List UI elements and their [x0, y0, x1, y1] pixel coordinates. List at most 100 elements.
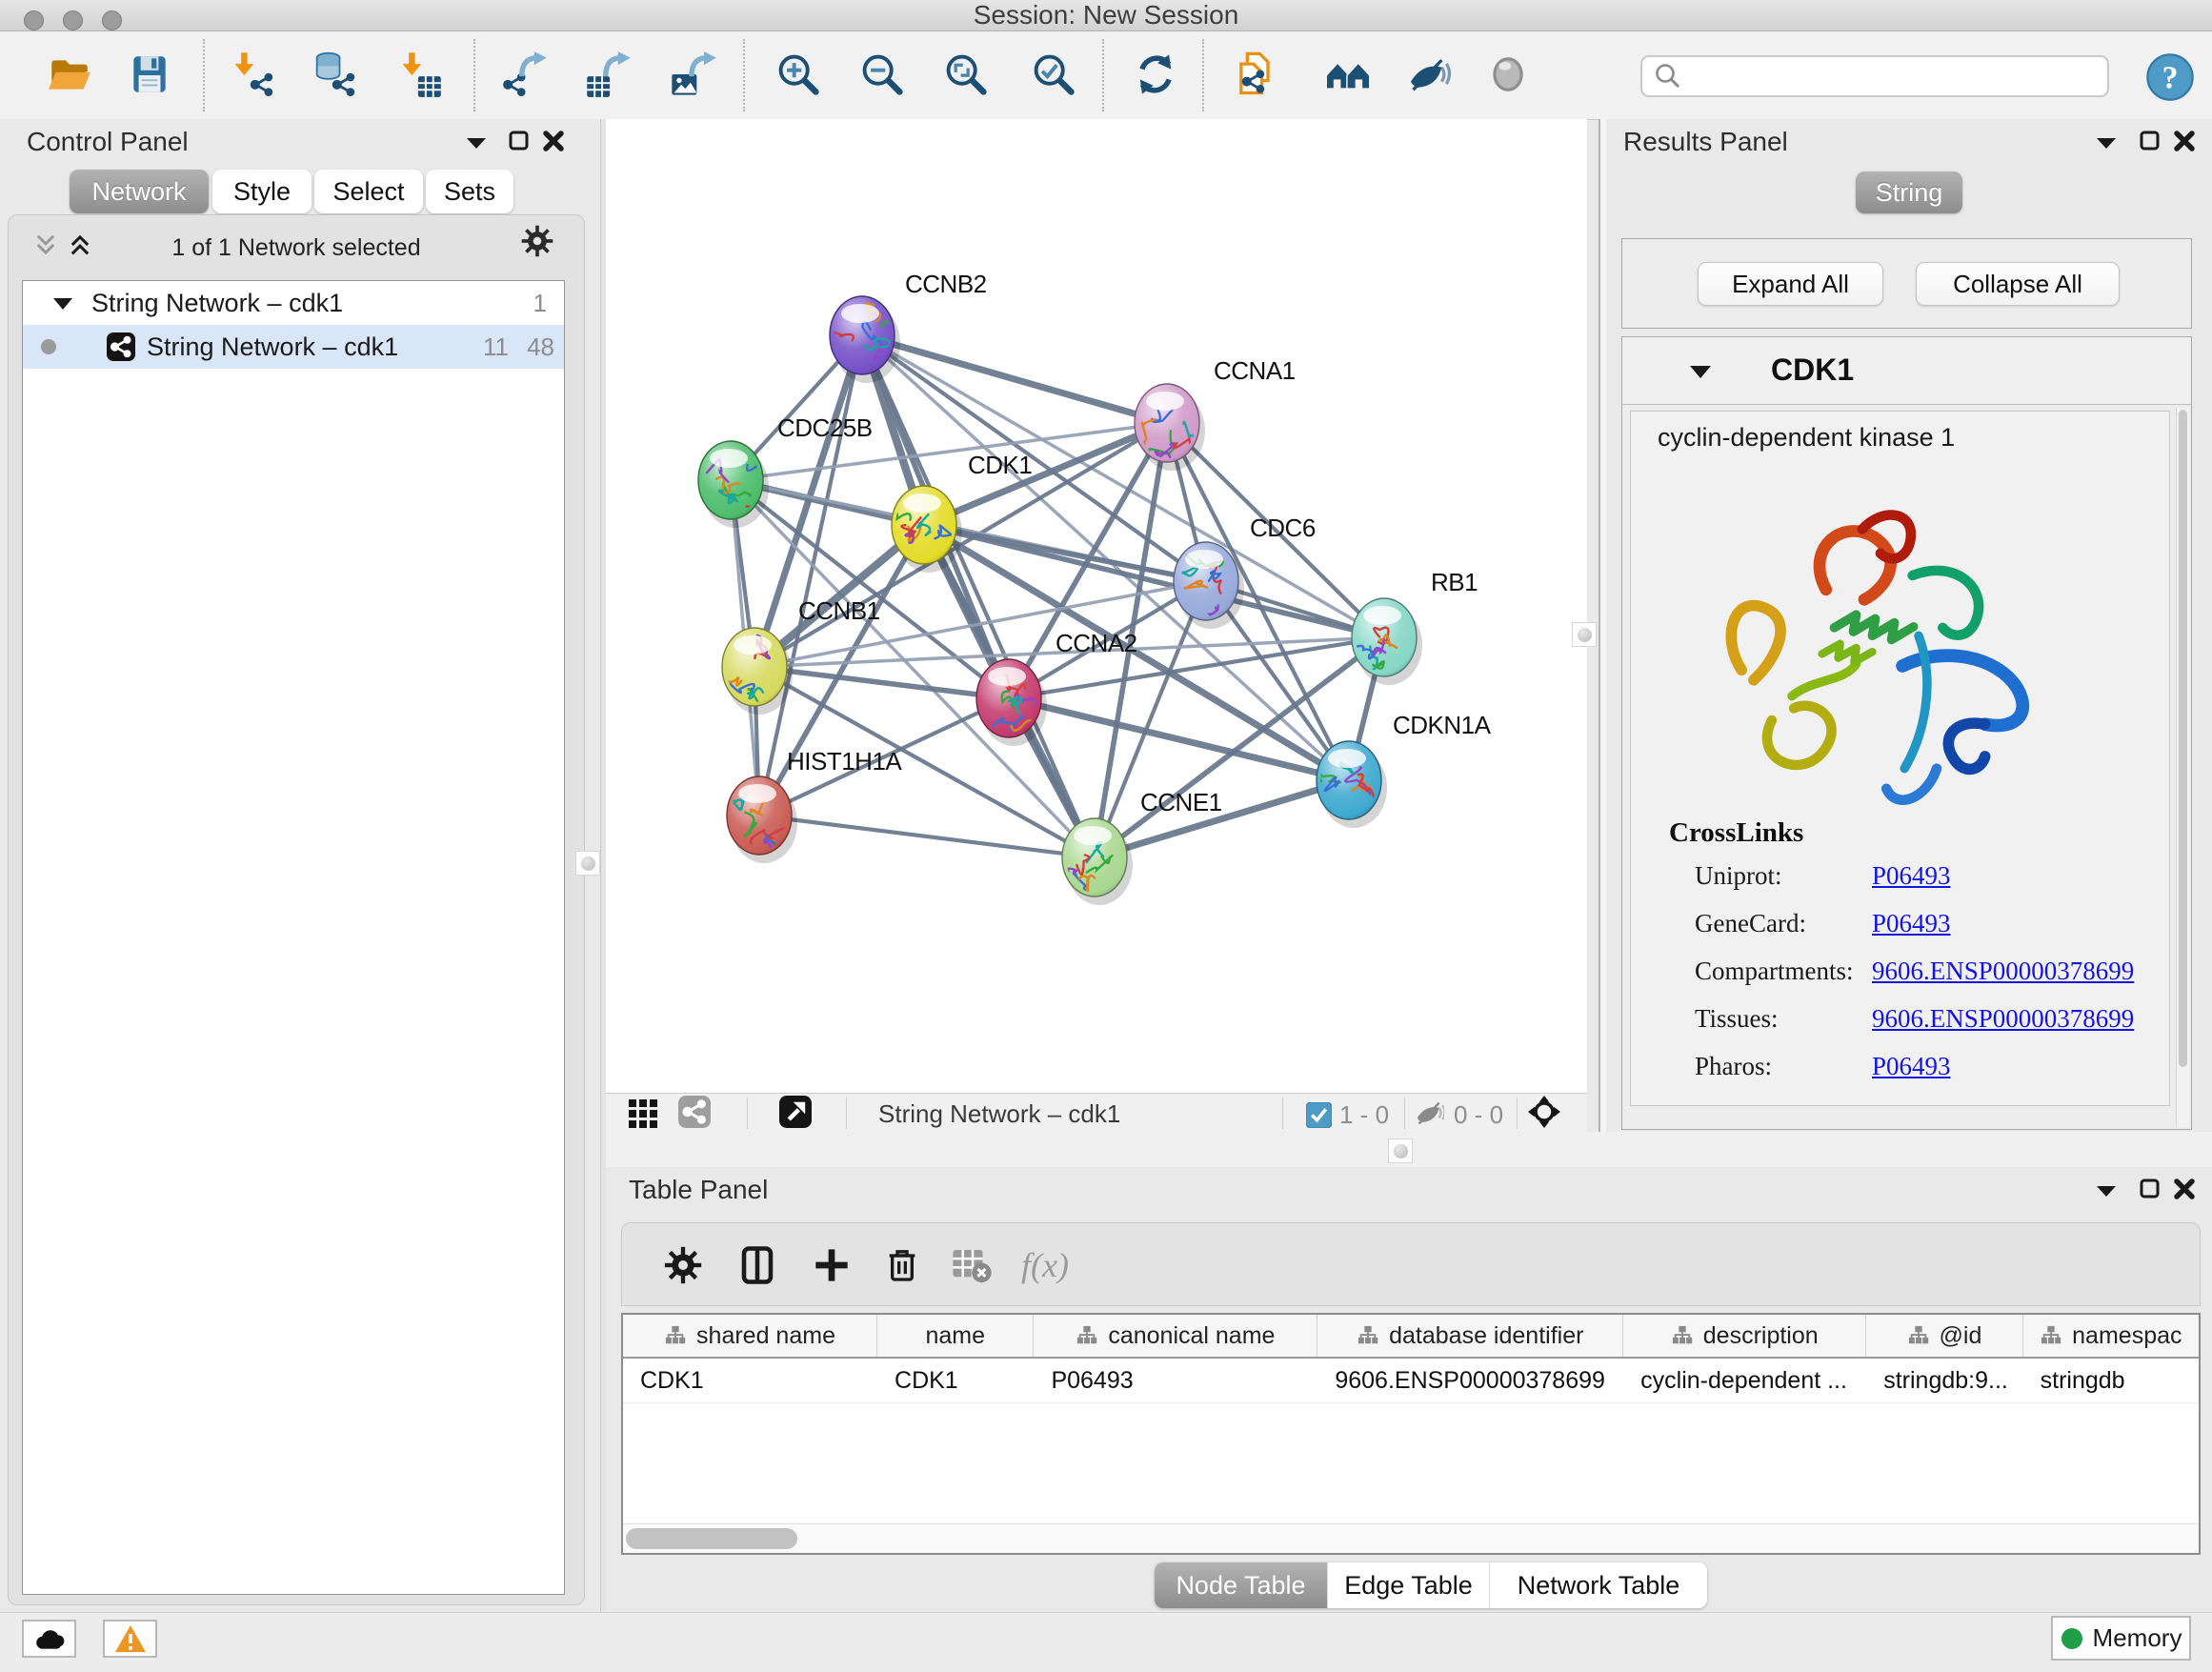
collapse-all-button[interactable]: Collapse All [1916, 262, 2120, 306]
svg-text:?: ? [2162, 60, 2179, 95]
network-canvas[interactable]: CCNB2CCNA1CDC25BCDK1CDC6RB1CCNB1CCNA2CDK… [606, 119, 1587, 1093]
view-grid-icon[interactable] [627, 1099, 659, 1128]
table-row[interactable]: CDK1 CDK1 P06493 9606.ENSP00000378699 cy… [623, 1359, 2199, 1403]
tab-style[interactable]: Style [212, 170, 312, 213]
cell-id[interactable]: stringdb:9... [1866, 1359, 2022, 1402]
export-network-icon[interactable] [498, 48, 552, 101]
results-scrollbar-thumb[interactable] [2179, 410, 2187, 1067]
collapse-panel-icon[interactable] [2090, 1177, 2122, 1205]
cloud-status-button[interactable] [22, 1620, 76, 1658]
collapse-panel-icon[interactable] [2090, 129, 2122, 157]
zoom-in-icon[interactable] [772, 48, 825, 101]
network-label: String Network – cdk1 [147, 332, 398, 362]
delete-table-icon[interactable] [950, 1242, 995, 1288]
cell-canonical-name[interactable]: P06493 [1034, 1359, 1317, 1402]
column-header-namespace[interactable]: namespac [2023, 1315, 2199, 1357]
show-all-eye-icon[interactable] [1481, 48, 1535, 101]
cell-database-identifier[interactable]: 9606.ENSP00000378699 [1317, 1359, 1623, 1402]
cell-namespace[interactable]: stringdb [2023, 1359, 2199, 1402]
function-builder-icon[interactable]: f(x) [1022, 1242, 1068, 1288]
toolbar-separator [1202, 39, 1204, 111]
gene-expander-icon[interactable] [1689, 364, 1712, 379]
memory-label: Memory [2093, 1623, 2182, 1653]
add-column-icon[interactable] [809, 1242, 855, 1288]
table-gear-icon[interactable] [660, 1242, 706, 1288]
toolbar-separator [203, 39, 205, 111]
float-panel-icon[interactable] [2134, 127, 2166, 155]
column-header-canonical-name[interactable]: canonical name [1034, 1315, 1317, 1357]
crosslink-compartments-link[interactable]: 9606.ENSP00000378699 [1872, 957, 2134, 986]
results-scrollbar[interactable] [2176, 408, 2189, 1127]
column-header-database-identifier[interactable]: database identifier [1317, 1315, 1623, 1357]
bar-separator [1282, 1098, 1283, 1129]
hide-selected-eye-icon[interactable] [1400, 48, 1454, 101]
close-panel-icon[interactable] [537, 127, 570, 155]
show-columns-icon[interactable] [734, 1242, 780, 1288]
export-table-icon[interactable] [582, 48, 635, 101]
node-label-RB1: RB1 [1431, 568, 1478, 596]
selected-checkbox-icon[interactable] [1302, 1100, 1335, 1129]
crosslink-uniprot-link[interactable]: P06493 [1872, 861, 1951, 891]
network-collection-row[interactable]: String Network – cdk1 1 [23, 281, 564, 325]
memory-button[interactable]: Memory [2051, 1616, 2191, 1661]
column-header-name[interactable]: name [877, 1315, 1034, 1357]
close-panel-icon[interactable] [2168, 127, 2201, 155]
node-position-crosshair-icon[interactable] [1528, 1098, 1560, 1126]
gene-symbol: CDK1 [1771, 353, 1854, 388]
network-options-gear-icon[interactable] [521, 227, 553, 255]
warning-status-button[interactable] [103, 1620, 157, 1658]
help-icon[interactable]: ? [2143, 50, 2197, 104]
gene-header-row[interactable]: CDK1 [1622, 337, 2191, 405]
houses-icon[interactable] [1321, 48, 1375, 101]
tab-select[interactable]: Select [314, 170, 423, 213]
tab-network[interactable]: Network [70, 170, 209, 213]
refresh-view-icon[interactable] [1129, 48, 1182, 101]
collection-label: String Network – cdk1 [91, 289, 343, 318]
float-panel-icon[interactable] [503, 127, 535, 155]
close-panel-icon[interactable] [2168, 1175, 2201, 1203]
table-horizontal-scrollbar[interactable] [623, 1523, 2199, 1553]
import-table-file-icon[interactable] [392, 48, 446, 101]
tab-string[interactable]: String [1856, 171, 1962, 213]
delete-column-icon[interactable] [879, 1242, 925, 1288]
tab-network-table[interactable]: Network Table [1490, 1562, 1707, 1608]
search-input[interactable] [1690, 58, 2107, 94]
tab-node-table[interactable]: Node Table [1155, 1562, 1328, 1608]
zoom-out-icon[interactable] [855, 48, 909, 101]
import-network-database-icon[interactable] [307, 48, 360, 101]
zoom-fit-icon[interactable] [939, 48, 993, 101]
network-view-title: String Network – cdk1 [878, 1099, 1120, 1129]
export-image-icon[interactable] [666, 48, 719, 101]
table-scrollbar-thumb[interactable] [626, 1528, 797, 1549]
column-type-icon [1671, 1325, 1694, 1346]
clone-network-icon[interactable] [1229, 48, 1282, 101]
save-session-icon[interactable] [123, 48, 176, 101]
crosslink-genecard-link[interactable]: P06493 [1872, 909, 1951, 938]
crosslink-pharos-link[interactable]: P06493 [1872, 1052, 1951, 1081]
float-panel-icon[interactable] [2134, 1175, 2166, 1203]
column-header-id[interactable]: @id [1866, 1315, 2022, 1357]
open-session-icon[interactable] [43, 48, 96, 101]
collection-count: 1 [533, 289, 547, 318]
crosslink-tissues-link[interactable]: 9606.ENSP00000378699 [1872, 1004, 2134, 1034]
collapse-panel-icon[interactable] [460, 129, 493, 157]
column-header-shared-name[interactable]: shared name [623, 1315, 877, 1357]
titlebar: Session: New Session [0, 0, 2212, 31]
expand-all-button[interactable]: Expand All [1698, 262, 1883, 306]
network-row-selected[interactable]: String Network – cdk1 11 48 [23, 325, 564, 369]
control-panel-divider-handle[interactable] [575, 851, 600, 876]
view-share-icon[interactable] [678, 1098, 711, 1126]
zoom-selected-icon[interactable] [1027, 48, 1080, 101]
column-header-description[interactable]: description [1623, 1315, 1866, 1357]
birdseye-view-icon[interactable] [779, 1098, 812, 1126]
results-panel-divider-handle[interactable] [1572, 622, 1597, 647]
tab-edge-table[interactable]: Edge Table [1328, 1562, 1490, 1608]
cell-shared-name[interactable]: CDK1 [623, 1359, 877, 1402]
import-network-file-icon[interactable] [225, 48, 278, 101]
cell-description[interactable]: cyclin-dependent ... [1623, 1359, 1866, 1402]
node-table: shared name name canonical name database… [621, 1313, 2201, 1555]
tab-sets[interactable]: Sets [426, 170, 513, 213]
table-panel-divider-handle[interactable] [1388, 1138, 1413, 1163]
collection-expander-icon[interactable] [52, 296, 73, 311]
cell-name[interactable]: CDK1 [877, 1359, 1034, 1402]
